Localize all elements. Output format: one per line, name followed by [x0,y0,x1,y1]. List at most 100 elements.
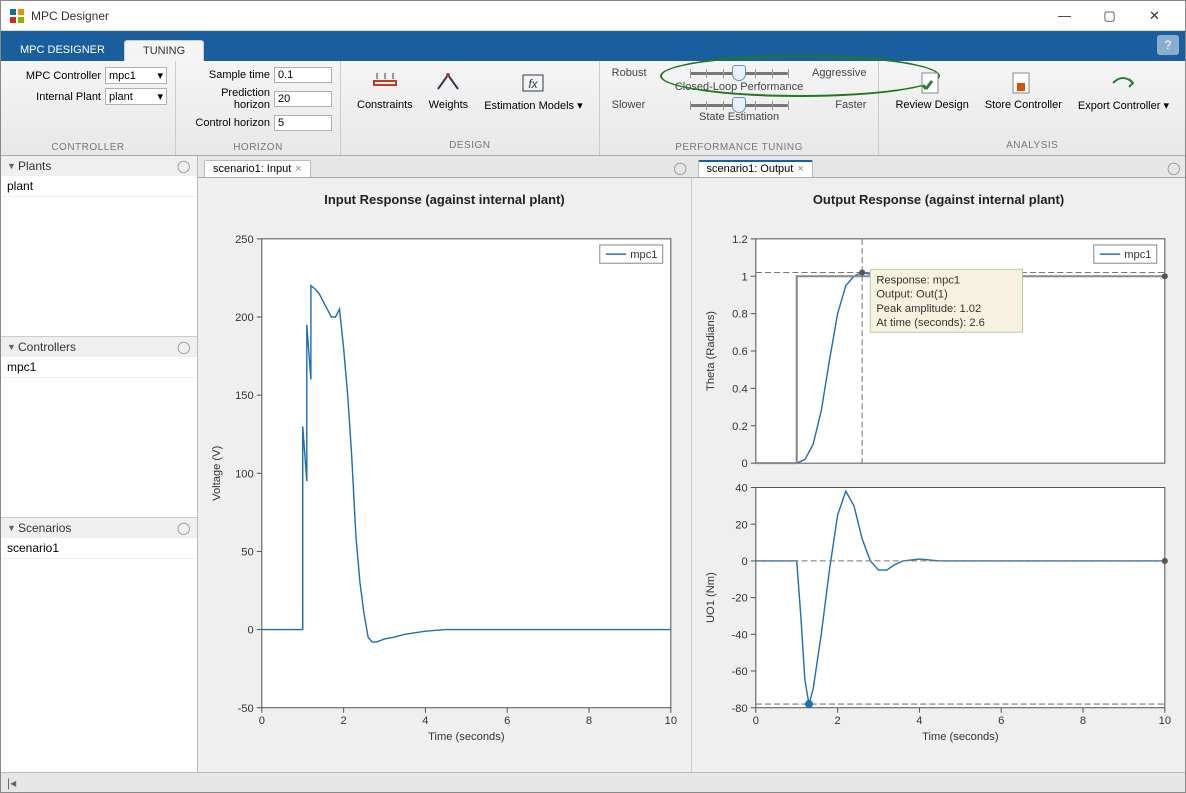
ribbon-group-horizon-label: HORIZON [184,142,332,155]
svg-text:Time (seconds): Time (seconds) [428,731,505,743]
statusbar: |◂ [1,772,1185,792]
svg-text:0: 0 [247,625,253,637]
svg-text:1: 1 [741,271,747,283]
svg-text:mpc1: mpc1 [1124,249,1151,261]
export-controller-button[interactable]: Export Controller ▾ [1070,65,1177,112]
svg-text:Response: mpc1: Response: mpc1 [876,275,960,287]
svg-text:8: 8 [586,715,592,727]
svg-text:-80: -80 [732,703,748,715]
scenarios-section: ▼Scenarios◯ scenario1 [1,518,197,772]
constraints-button[interactable]: Constraints [349,65,421,111]
main-tabstrip: MPC DESIGNER TUNING ? [1,31,1185,61]
chevron-down-icon: ▼ [7,342,16,352]
svg-text:0: 0 [259,715,265,727]
window-title: MPC Designer [31,9,1042,23]
estimation-models-button[interactable]: fxEstimation Models ▾ [476,65,590,112]
svg-text:Time (seconds): Time (seconds) [922,731,999,743]
app-logo-icon [9,8,25,24]
svg-text:6: 6 [504,715,510,727]
controllers-item[interactable]: mpc1 [1,357,197,378]
svg-text:150: 150 [235,390,254,402]
titlebar: MPC Designer — ▢ ✕ [1,1,1185,31]
gear-icon[interactable]: ◯ [1167,161,1181,175]
svg-text:mpc1: mpc1 [630,249,657,261]
gear-icon[interactable]: ◯ [177,159,191,173]
svg-text:UO1 (Nm): UO1 (Nm) [705,572,717,623]
svg-text:50: 50 [241,546,253,558]
plants-item[interactable]: plant [1,176,197,197]
gear-icon[interactable]: ◯ [674,161,688,175]
close-button[interactable]: ✕ [1132,1,1177,31]
tab-mpc-designer[interactable]: MPC DESIGNER [1,39,124,61]
svg-text:250: 250 [235,234,254,246]
ribbon-group-controller: MPC Controller mpc1▾ Internal Plant plan… [1,61,176,155]
controllers-header[interactable]: ▼Controllers◯ [1,337,197,357]
ribbon-group-horizon: Sample time Prediction horizon Control h… [176,61,341,155]
est-slider-right-label: Faster [796,99,866,111]
svg-text:-40: -40 [732,629,748,641]
svg-text:Voltage (V): Voltage (V) [211,445,223,500]
svg-text:fx: fx [529,77,539,91]
internal-plant-select[interactable]: plant▾ [105,88,167,105]
gear-icon[interactable]: ◯ [177,340,191,354]
control-horizon-input[interactable] [274,115,332,131]
collapse-left-icon[interactable]: |◂ [7,776,16,790]
minimize-button[interactable]: — [1042,1,1087,31]
est-slider-left-label: Slower [612,99,682,111]
svg-text:10: 10 [665,715,677,727]
svg-text:0.8: 0.8 [732,309,748,321]
controllers-section: ▼Controllers◯ mpc1 [1,337,197,518]
svg-text:-60: -60 [732,666,748,678]
output-plot-title: Output Response (against internal plant) [700,192,1177,207]
internal-plant-label: Internal Plant [9,91,101,103]
perf-slider-caption: Closed-Loop Performance [612,81,867,93]
svg-text:40: 40 [735,483,747,495]
ribbon-group-performance: Robust Aggressive Closed-Loop Performanc… [600,61,880,155]
doc-tab-input[interactable]: scenario1: Input× [204,160,311,177]
plants-header[interactable]: ▼Plants◯ [1,156,197,176]
svg-text:Peak amplitude: 1.02: Peak amplitude: 1.02 [876,303,981,315]
close-icon[interactable]: × [295,163,301,175]
performance-slider[interactable]: Robust Aggressive [612,67,867,79]
prediction-horizon-input[interactable] [274,91,332,107]
svg-text:1.2: 1.2 [732,234,748,246]
plots-area: scenario1: Input× ◯ scenario1: Output× ◯… [198,156,1185,772]
svg-text:4: 4 [422,715,428,727]
state-est-slider[interactable]: Slower Faster [612,99,867,111]
gear-icon[interactable]: ◯ [177,521,191,535]
est-slider-thumb[interactable] [732,97,746,113]
svg-text:20: 20 [735,519,747,531]
ribbon-group-design-label: DESIGN [341,140,599,153]
main-area: ▼Plants◯ plant ▼Controllers◯ mpc1 ▼Scena… [1,156,1185,772]
mpc-controller-label: MPC Controller [9,70,101,82]
maximize-button[interactable]: ▢ [1087,1,1132,31]
scenarios-item[interactable]: scenario1 [1,538,197,559]
tab-tuning[interactable]: TUNING [124,40,204,61]
input-plot-title: Input Response (against internal plant) [206,192,683,207]
svg-text:Theta (Radians): Theta (Radians) [705,311,717,391]
svg-text:0.6: 0.6 [732,346,748,358]
svg-text:2: 2 [835,715,841,727]
close-icon[interactable]: × [797,163,803,175]
store-controller-button[interactable]: Store Controller [977,65,1070,111]
scenarios-header[interactable]: ▼Scenarios◯ [1,518,197,538]
sidebar: ▼Plants◯ plant ▼Controllers◯ mpc1 ▼Scena… [1,156,198,772]
svg-text:0: 0 [741,458,747,470]
svg-text:8: 8 [1080,715,1086,727]
input-plot-pane: Input Response (against internal plant) … [198,178,691,772]
mpc-controller-select[interactable]: mpc1▾ [105,67,167,84]
sample-time-input[interactable] [274,67,332,83]
help-button[interactable]: ? [1157,35,1179,55]
svg-text:Output: Out(1): Output: Out(1) [876,289,948,301]
ribbon-group-design: Constraints Weights fxEstimation Models … [341,61,600,155]
weights-button[interactable]: Weights [421,65,477,111]
perf-slider-thumb[interactable] [732,65,746,81]
chevron-down-icon: ▼ [7,161,16,171]
output-plot-pane: Output Response (against internal plant)… [691,178,1185,772]
doc-tab-output[interactable]: scenario1: Output× [698,160,813,177]
review-design-button[interactable]: Review Design [887,65,976,111]
svg-text:200: 200 [235,312,254,324]
svg-text:At time (seconds): 2.6: At time (seconds): 2.6 [876,317,985,329]
perf-slider-right-label: Aggressive [796,67,866,79]
control-horizon-label: Control horizon [184,117,270,129]
